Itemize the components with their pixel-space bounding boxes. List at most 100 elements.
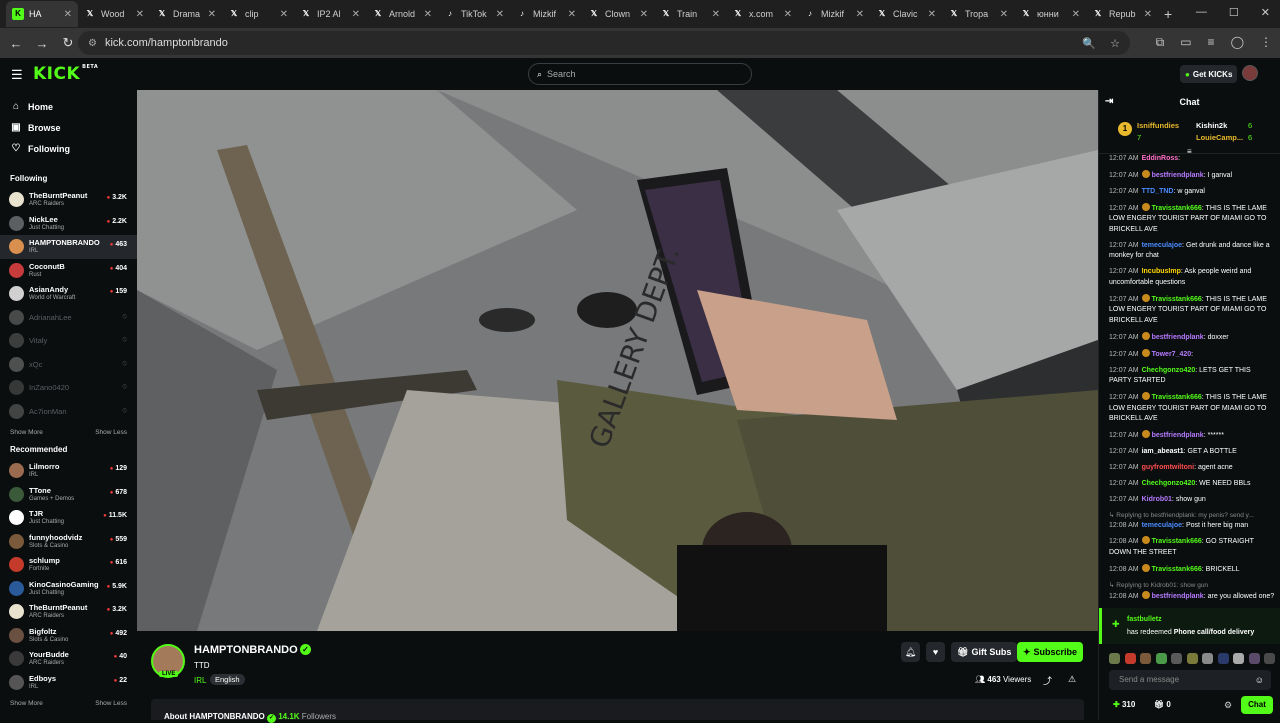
sidebar-channel-item[interactable]: schlumpFortnite 616 [0, 553, 137, 577]
message-username[interactable]: temeculajoe [1142, 522, 1182, 529]
send-chat-button[interactable]: Chat [1241, 696, 1273, 714]
close-tab-icon[interactable]: ✕ [568, 9, 576, 20]
close-window-icon[interactable]: ✕ [1261, 6, 1270, 19]
minimize-icon[interactable]: — [1196, 6, 1207, 19]
sidebar-channel-item[interactable]: LilmorroIRL 129 [0, 459, 137, 483]
close-tab-icon[interactable]: ✕ [496, 9, 504, 20]
channel-name[interactable]: HAMPTONBRANDO [194, 644, 298, 656]
search-input[interactable]: ⌕ Search [528, 63, 752, 85]
sidebar-channel-item[interactable]: Ac7ionMan ⦸ [0, 400, 137, 424]
collapse-chat-icon[interactable]: ⇥ [1105, 90, 1113, 114]
close-tab-icon[interactable]: ✕ [136, 9, 144, 20]
sidebar-nav-home[interactable]: ⌂ Home [0, 96, 137, 117]
media-icon[interactable]: ≡ [1208, 35, 1215, 50]
menu-icon[interactable]: ⋮ [1260, 35, 1272, 50]
emote-icon[interactable] [1140, 653, 1151, 664]
redeem-user[interactable]: fastbulletz [1127, 616, 1162, 623]
close-tab-icon[interactable]: ✕ [1144, 9, 1152, 20]
message-username[interactable]: bestfriendplank [1152, 432, 1204, 439]
sidebar-channel-item[interactable]: KinoCasinoGamingJust Chatting 5.9K [0, 577, 137, 601]
emote-icon[interactable] [1109, 653, 1120, 664]
user-avatar[interactable] [1242, 65, 1258, 81]
message-username[interactable]: Kidrob01 [1142, 496, 1172, 503]
browser-tab[interactable]: ♪ Mizkif ✕ [510, 1, 582, 27]
sidebar-nav-following[interactable]: ♡ Following [0, 138, 137, 159]
top-gifter-3-name[interactable]: LouieCamp... [1196, 133, 1243, 142]
kick-logo[interactable]: KICK BETA [33, 64, 98, 84]
browser-tab[interactable]: 𝕏 IP2 Al ✕ [294, 1, 366, 27]
message-username[interactable]: bestfriendplank [1152, 593, 1204, 600]
message-username[interactable]: bestfriendplank [1152, 334, 1204, 341]
new-tab-button[interactable]: + [1164, 6, 1172, 22]
sidebar-channel-item[interactable]: funnyhoodvidzSlots & Casino 559 [0, 530, 137, 554]
message-username[interactable]: Travisstank666 [1152, 394, 1202, 401]
emote-icon[interactable] [1171, 653, 1182, 664]
message-username[interactable]: Tower7_420 [1152, 351, 1192, 358]
browser-tab[interactable]: 𝕏 Train ✕ [654, 1, 726, 27]
close-tab-icon[interactable]: ✕ [640, 9, 648, 20]
chat-settings-icon[interactable]: ⚙ [1224, 700, 1232, 711]
sidebar-channel-item[interactable]: CoconutBRust 404 [0, 259, 137, 283]
browser-tab[interactable]: 𝕏x.com ✕ [726, 1, 798, 27]
gift-subs-button[interactable]: 🎁︎ Gift Subs [951, 642, 1018, 662]
browser-tab[interactable]: 𝕏 Clown ✕ [582, 1, 654, 27]
sidebar-channel-item[interactable]: TJRJust Chatting 11.5K [0, 506, 137, 530]
emote-icon[interactable] [1233, 653, 1244, 664]
sidebar-channel-item[interactable]: NickLeeJust Chatting 2.2K [0, 212, 137, 236]
sidebar-channel-item[interactable]: AsianAndyWorld of Warcraft 159 [0, 282, 137, 306]
close-tab-icon[interactable]: ✕ [280, 9, 288, 20]
close-tab-icon[interactable]: ✕ [352, 9, 360, 20]
sidebar-channel-item[interactable]: HAMPTONBRANDOIRL 463 [0, 235, 137, 259]
share-icon[interactable]: ⤴ [1043, 674, 1052, 687]
emote-icon[interactable] [1186, 653, 1198, 664]
emote-icon[interactable] [1217, 653, 1229, 664]
message-username[interactable]: bestfriendplank [1152, 172, 1204, 179]
emote-icon[interactable] [1248, 653, 1260, 664]
top-gifter-1-name[interactable]: Isniffundies [1137, 121, 1179, 130]
address-bar[interactable]: ⚙ kick.com/hamptonbrando 🔍 ☆ [78, 31, 1130, 55]
close-tab-icon[interactable]: ✕ [784, 9, 792, 20]
message-username[interactable]: Travisstank666 [1152, 205, 1202, 212]
gift-count[interactable]: 🎁︎ 0 [1154, 700, 1171, 709]
get-kicks-button[interactable]: ● Get KICKs [1180, 65, 1238, 83]
browser-tab[interactable]: 𝕏юнни ✕ [1014, 1, 1086, 27]
language-tag[interactable]: English [210, 674, 245, 685]
follow-heart-button[interactable]: ♥ [926, 642, 945, 662]
stream-category-link[interactable]: IRL [194, 676, 206, 685]
message-username[interactable]: Travisstank666 [1152, 538, 1202, 545]
bookmark-star-icon[interactable]: ☆ [1110, 37, 1120, 50]
close-tab-icon[interactable]: ✕ [424, 9, 432, 20]
show-more-button[interactable]: Show More [10, 429, 43, 436]
sidebar-channel-item[interactable]: BigfoltzSlots & Casino 492 [0, 624, 137, 648]
sidebar-channel-item[interactable]: AdrianahLee ⦸ [0, 306, 137, 330]
chat-message-input[interactable]: Send a message ☺ [1109, 670, 1271, 690]
browser-tab[interactable]: 𝕏 Arnold ✕ [366, 1, 438, 27]
message-username[interactable]: guyfromtwiltoni [1142, 464, 1195, 471]
browser-tab[interactable]: 𝕏clip ✕ [222, 1, 294, 27]
browser-tab[interactable]: K HA ✕ [6, 1, 78, 27]
message-username[interactable]: Travisstank666 [1152, 296, 1202, 303]
message-username[interactable]: IncubusImp [1142, 268, 1181, 275]
subscribe-button[interactable]: ✦ Subscribe [1017, 642, 1084, 662]
notification-bell-button[interactable]: 🔔︎ [901, 642, 920, 662]
message-username[interactable]: Chechgonzo420 [1142, 367, 1196, 374]
sidebar-channel-item[interactable]: YourBuddeARC Raiders 40 [0, 647, 137, 671]
reply-context[interactable]: ↳ Replying to Kidrob01: show gun [1109, 581, 1275, 590]
message-username[interactable]: EddinRoss [1142, 155, 1179, 162]
browser-tab[interactable]: 𝕏 Tropa ✕ [942, 1, 1014, 27]
hamburger-menu-icon[interactable]: ☰ [11, 67, 23, 83]
show-less-button[interactable]: Show Less [95, 429, 127, 436]
show-less-recommended-button[interactable]: Show Less [95, 700, 127, 707]
sidebar-channel-item[interactable]: xQc ⦸ [0, 353, 137, 377]
close-tab-icon[interactable]: ✕ [1072, 9, 1080, 20]
profile-icon[interactable]: ◯ [1231, 35, 1244, 50]
close-tab-icon[interactable]: ✕ [928, 9, 936, 20]
back-icon[interactable]: ← [4, 36, 28, 51]
browser-tab[interactable]: 𝕏 Drama ✕ [150, 1, 222, 27]
sidebar-channel-item[interactable]: TheBurntPeanutARC Raiders 3.2K [0, 188, 137, 212]
zoom-icon[interactable]: 🔍 [1082, 37, 1096, 50]
sidebar-channel-item[interactable]: TheBurntPeanutARC Raiders 3.2K [0, 600, 137, 624]
maximize-icon[interactable]: ☐ [1229, 6, 1239, 19]
close-tab-icon[interactable]: ✕ [712, 9, 720, 20]
show-more-recommended-button[interactable]: Show More [10, 700, 43, 707]
